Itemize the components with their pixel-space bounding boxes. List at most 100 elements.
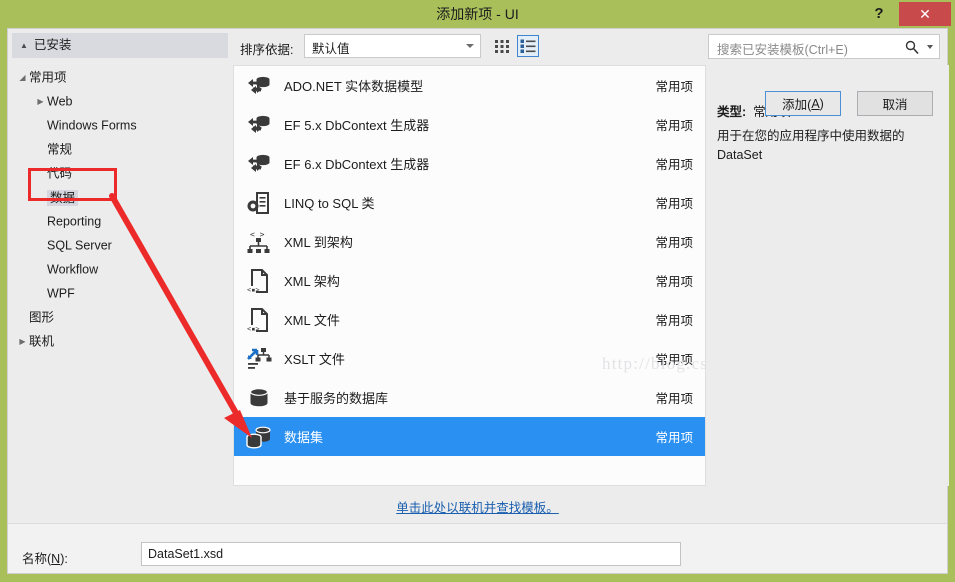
template-list-item[interactable]: < > XML 到架构 常用项 (234, 222, 705, 261)
template-list-item[interactable]: 基于服务的数据库 常用项 (234, 378, 705, 417)
template-icon-wrap: <▪> (234, 267, 284, 295)
tree-item-label: Reporting (47, 214, 102, 229)
chevron-down-icon[interactable] (927, 45, 933, 49)
search-placeholder: 搜索已安装模板(Ctrl+E) (717, 43, 848, 57)
template-name: 数据集 (284, 430, 324, 445)
chevron-down-icon: ◢ (19, 72, 26, 82)
template-category: 常用项 (655, 314, 693, 328)
template-list-item[interactable]: EF 6.x DbContext 生成器 常用项 (234, 144, 705, 183)
add-button[interactable]: 添加(A) (765, 91, 841, 116)
template-list[interactable]: ADO.NET 实体数据模型 常用项 EF 5.x DbContext 生成器 常用项… (233, 65, 706, 486)
tree-item-7[interactable]: SQL Server (8, 233, 232, 257)
name-label-suffix: ): (60, 552, 68, 566)
tree-item-3[interactable]: 常规 (8, 137, 232, 161)
sort-by-label: 排序依据: (240, 43, 294, 57)
template-category: 常用项 (655, 431, 693, 445)
tree-item-5[interactable]: 数据 (8, 185, 232, 209)
chevron-right-icon: ▶ (19, 336, 26, 346)
search-icon (904, 39, 920, 60)
tree-item-label: Workflow (47, 262, 99, 277)
cancel-button[interactable]: 取消 (857, 91, 933, 116)
template-list-item[interactable]: 数据集 常用项 (234, 417, 705, 456)
name-input[interactable] (141, 542, 681, 566)
template-icon-wrap (234, 345, 284, 373)
grid-view-button[interactable] (491, 35, 513, 57)
add-button-key: A (811, 96, 820, 111)
close-icon[interactable]: ✕ (899, 2, 951, 26)
template-list-item[interactable]: LINQ to SQL 类 常用项 (234, 183, 705, 222)
template-list-item[interactable]: <▪> XML 架构 常用项 (234, 261, 705, 300)
add-button-suffix: ) (819, 96, 824, 111)
xml-to-schema-icon: < > (247, 230, 270, 253)
template-name: XML 到架构 (284, 235, 353, 250)
template-category: 常用项 (655, 197, 693, 211)
tree-item-4[interactable]: 代码 (8, 161, 232, 185)
installed-templates-panel: ▲ 已安装 ◢ 常用项 ▶ Web Windows Forms 常规 代码 数据 Reportin… (8, 29, 232, 486)
tree-item-10[interactable]: 图形 (8, 305, 232, 329)
template-category: 常用项 (655, 80, 693, 94)
add-button-prefix: 添加( (782, 98, 812, 112)
tree-item-6[interactable]: Reporting (8, 209, 232, 233)
xml-file-icon: <▪> (247, 307, 268, 333)
xslt-file-icon (247, 347, 272, 369)
template-category: 常用项 (655, 392, 693, 406)
detail-description: 用于在您的应用程序中使用数据的 DataSet (717, 129, 905, 162)
tree-item-label: Web (47, 94, 73, 109)
installed-header[interactable]: ▲ 已安装 (12, 33, 228, 58)
tree-item-9[interactable]: WPF (8, 281, 232, 305)
template-name: 基于服务的数据库 (284, 391, 389, 406)
tree-item-8[interactable]: Workflow (8, 257, 232, 281)
template-category: 常用项 (655, 119, 693, 133)
add-new-item-dialog: 添加新项 - UI ? ✕ ▲ 已安装 ◢ 常用项 ▶ Web Windows Forms… (0, 0, 955, 582)
tree-item-label: 常规 (47, 142, 73, 157)
find-templates-online-link[interactable]: 单击此处以联机并查找模板。 (396, 497, 559, 516)
template-list-item[interactable]: EF 5.x DbContext 生成器 常用项 (234, 105, 705, 144)
ado-net-entity-icon (248, 154, 270, 172)
template-name: EF 6.x DbContext 生成器 (284, 157, 430, 172)
help-icon[interactable]: ? (865, 2, 893, 26)
search-box[interactable]: 搜索已安装模板(Ctrl+E) (708, 34, 940, 59)
sort-by-value: 默认值 (312, 42, 350, 56)
list-view-button[interactable] (517, 35, 539, 57)
dialog-client-area: ▲ 已安装 ◢ 常用项 ▶ Web Windows Forms 常规 代码 数据 Reportin… (7, 28, 949, 574)
template-list-item[interactable]: ADO.NET 实体数据模型 常用项 (234, 66, 705, 105)
chevron-down-icon (466, 44, 474, 48)
svg-text:< >: < > (250, 230, 265, 239)
database-icon (249, 387, 269, 406)
template-icon-wrap: <▪> (234, 306, 284, 334)
template-category: 常用项 (655, 275, 693, 289)
list-icon (520, 39, 536, 53)
svg-text:<▪>: <▪> (247, 286, 260, 294)
template-name: EF 5.x DbContext 生成器 (284, 118, 430, 133)
ado-net-entity-icon (248, 115, 270, 133)
template-category: 常用项 (655, 236, 693, 250)
grid-icon (495, 40, 509, 53)
template-name: XML 文件 (284, 313, 340, 328)
name-label-prefix: 名称( (22, 552, 52, 566)
template-icon-wrap (234, 423, 284, 451)
template-category: 常用项 (655, 158, 693, 172)
category-tree: ◢ 常用项 ▶ Web Windows Forms 常规 代码 数据 Reporting SQL … (8, 65, 232, 465)
name-label-key: N (51, 552, 61, 566)
tree-item-1[interactable]: ▶ Web (8, 89, 232, 113)
tree-item-0[interactable]: ◢ 常用项 (8, 65, 232, 89)
xml-file-icon: <▪> (247, 268, 268, 294)
svg-text:<▪>: <▪> (247, 325, 260, 333)
template-list-item[interactable]: XSLT 文件 常用项 (234, 339, 705, 378)
chevron-down-icon: ▲ (20, 41, 28, 50)
template-list-item[interactable]: <▪> XML 文件 常用项 (234, 300, 705, 339)
tree-item-label: Windows Forms (47, 118, 137, 133)
chevron-right-icon: ▶ (37, 96, 44, 106)
template-icon-wrap (234, 189, 284, 217)
template-name: ADO.NET 实体数据模型 (284, 79, 424, 94)
linq-to-sql-icon (247, 191, 269, 214)
title-bar: 添加新项 - UI ? ✕ (0, 0, 955, 28)
tree-item-2[interactable]: Windows Forms (8, 113, 232, 137)
online-link-row: 单击此处以联机并查找模板。 (8, 487, 947, 523)
tree-item-11[interactable]: ▶ 联机 (8, 329, 232, 353)
window-title: 添加新项 - UI (436, 6, 519, 22)
template-name: XSLT 文件 (284, 352, 345, 367)
tree-item-label: WPF (47, 286, 75, 301)
template-icon-wrap: < > (234, 228, 284, 256)
sort-by-dropdown[interactable]: 默认值 (304, 34, 481, 58)
